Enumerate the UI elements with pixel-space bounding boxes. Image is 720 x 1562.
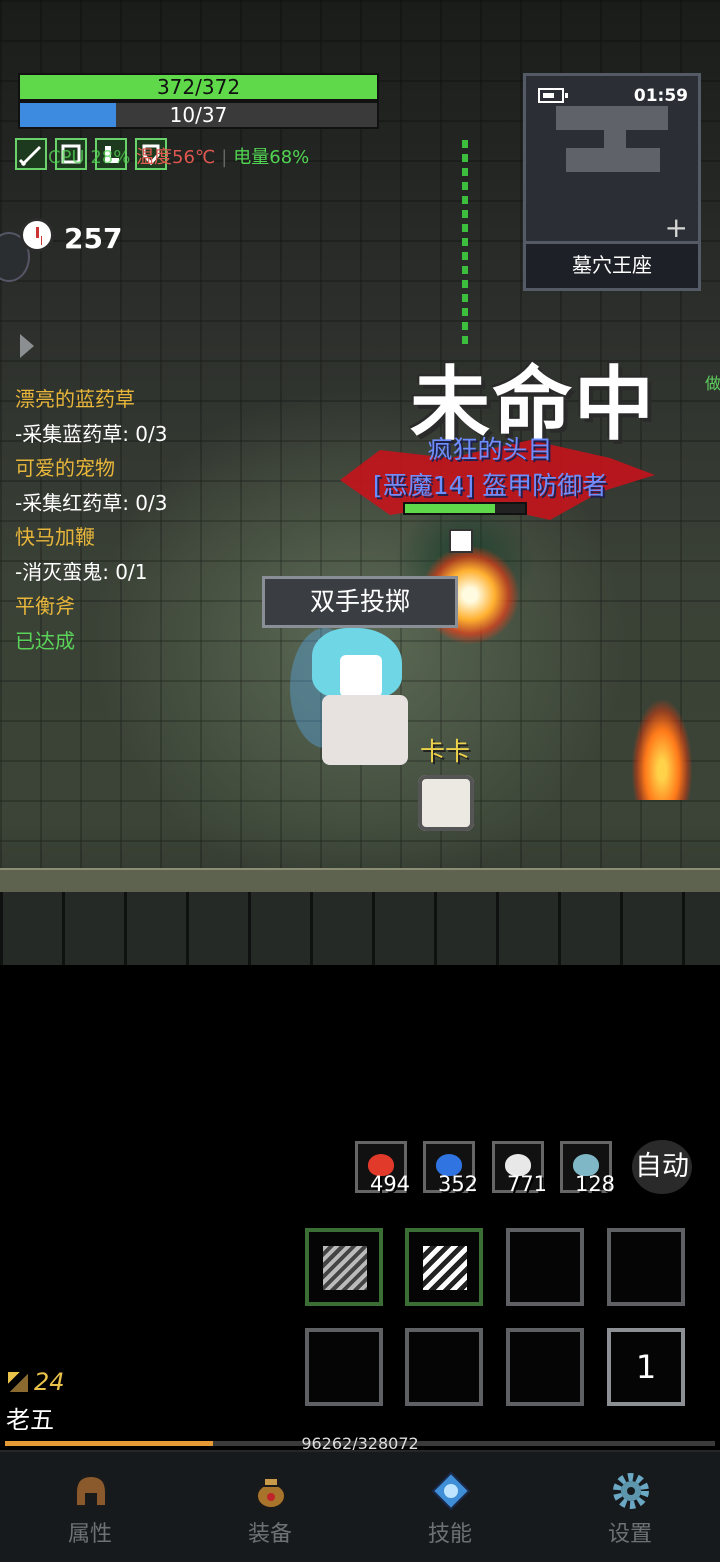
pet-name: 卡卡 [420, 737, 471, 766]
player-name: 老五 [6, 1406, 54, 1434]
vine-decoration [462, 140, 468, 350]
helmet-icon [75, 1474, 107, 1507]
quest-progress: -采集红药草: 0/3 [15, 490, 168, 515]
weapon-skill-icon [323, 1246, 367, 1290]
pet-sprite[interactable] [418, 775, 474, 831]
skill-slot-5[interactable] [305, 1328, 383, 1406]
skill-slot-3[interactable] [506, 1228, 584, 1306]
enemy-name: [恶魔14] 盔甲防御者 [372, 471, 608, 500]
player-level: 24 [8, 1368, 65, 1396]
enemy-title: 疯狂的头目 [427, 435, 553, 464]
bottom-nav: 属性 装备 技能 设置 [0, 1450, 720, 1562]
nav-label: 技能 [427, 1522, 472, 1547]
throw-skill-icon [423, 1246, 467, 1290]
quest-progress: -消灭蛮鬼: 0/1 [15, 559, 148, 584]
quest-title[interactable]: 可爱的宠物 [15, 451, 168, 486]
minimap-expand-icon[interactable]: + [665, 214, 688, 242]
quest-status: 已达成 [15, 628, 75, 653]
expand-arrow-icon[interactable] [20, 334, 34, 358]
cpu-usage: CPU 28% [48, 147, 131, 168]
buff-sword-icon[interactable] [15, 138, 47, 170]
skill-page-slot[interactable]: 1 [607, 1328, 685, 1406]
battery-level: 电量68% [233, 147, 310, 168]
bag-icon [256, 1477, 286, 1509]
enemy-hp-fill [405, 504, 495, 513]
battery-icon [538, 88, 568, 103]
minimap-room [566, 148, 660, 172]
location-name: 墓穴王座 [526, 241, 698, 288]
game-scene[interactable]: 372/372 10/37 CPU 28% 温度56℃ | 电量68% 257 漂亮… [0, 0, 720, 965]
offscreen-text: 做 [705, 374, 720, 393]
item-count: 771 [506, 1172, 548, 1196]
skill-slot-4[interactable] [607, 1228, 685, 1306]
skill-popup: 双手投掷 [262, 576, 458, 628]
mp-text: 10/37 [169, 103, 228, 127]
timer-value: 257 [64, 222, 123, 255]
minimap[interactable]: 01:59 + 墓穴王座 [523, 73, 701, 291]
campfire [632, 700, 692, 800]
level-value: 24 [34, 1368, 65, 1396]
skill-slot-6[interactable] [405, 1328, 483, 1406]
skill-slot-7[interactable] [506, 1328, 584, 1406]
separator: | [221, 147, 228, 168]
item-count: 494 [369, 1172, 411, 1196]
system-info: CPU 28% 温度56℃ | 电量68% [48, 143, 309, 169]
level-pickaxe-icon [8, 1372, 28, 1392]
nav-skills[interactable]: 技能 [360, 1452, 540, 1562]
nav-label: 设置 [607, 1522, 652, 1547]
quest-list[interactable]: 漂亮的蓝药草 -采集蓝药草: 0/3 可爱的宠物 -采集红药草: 0/3 快马加… [15, 382, 168, 658]
quest-title[interactable]: 漂亮的蓝药草 [15, 382, 168, 417]
nav-attributes[interactable]: 属性 [0, 1452, 180, 1562]
nav-settings[interactable]: 设置 [540, 1452, 720, 1562]
hp-bar: 372/372 [18, 73, 379, 101]
quest-title[interactable]: 平衡斧 [15, 589, 168, 624]
gear-icon [613, 1473, 649, 1509]
skill-slot-1[interactable] [305, 1228, 383, 1306]
clock-time: 01:59 [633, 86, 688, 106]
device-temperature: 温度56℃ [136, 147, 216, 168]
bottom-wall [0, 892, 720, 965]
nav-label: 属性 [67, 1522, 112, 1547]
item-count: 128 [574, 1172, 616, 1196]
item-count: 352 [437, 1172, 479, 1196]
mp-bar: 10/37 [18, 101, 379, 129]
skill-gem-icon [431, 1471, 471, 1511]
auto-button[interactable]: 自动 [632, 1140, 692, 1194]
hero-sprite-face [340, 655, 382, 697]
hp-text: 372/372 [156, 75, 241, 99]
quest-title[interactable]: 快马加鞭 [15, 520, 168, 555]
enemy-hp-bar [403, 502, 527, 515]
skill-slot-2[interactable] [405, 1228, 483, 1306]
timer-clock-icon [20, 218, 54, 252]
skull-icon [449, 529, 473, 553]
nav-label: 装备 [247, 1522, 292, 1547]
quest-progress: -采集蓝药草: 0/3 [15, 421, 168, 446]
hero-sprite[interactable] [322, 695, 408, 765]
nav-equipment[interactable]: 装备 [180, 1452, 360, 1562]
minimap-room [556, 106, 668, 130]
